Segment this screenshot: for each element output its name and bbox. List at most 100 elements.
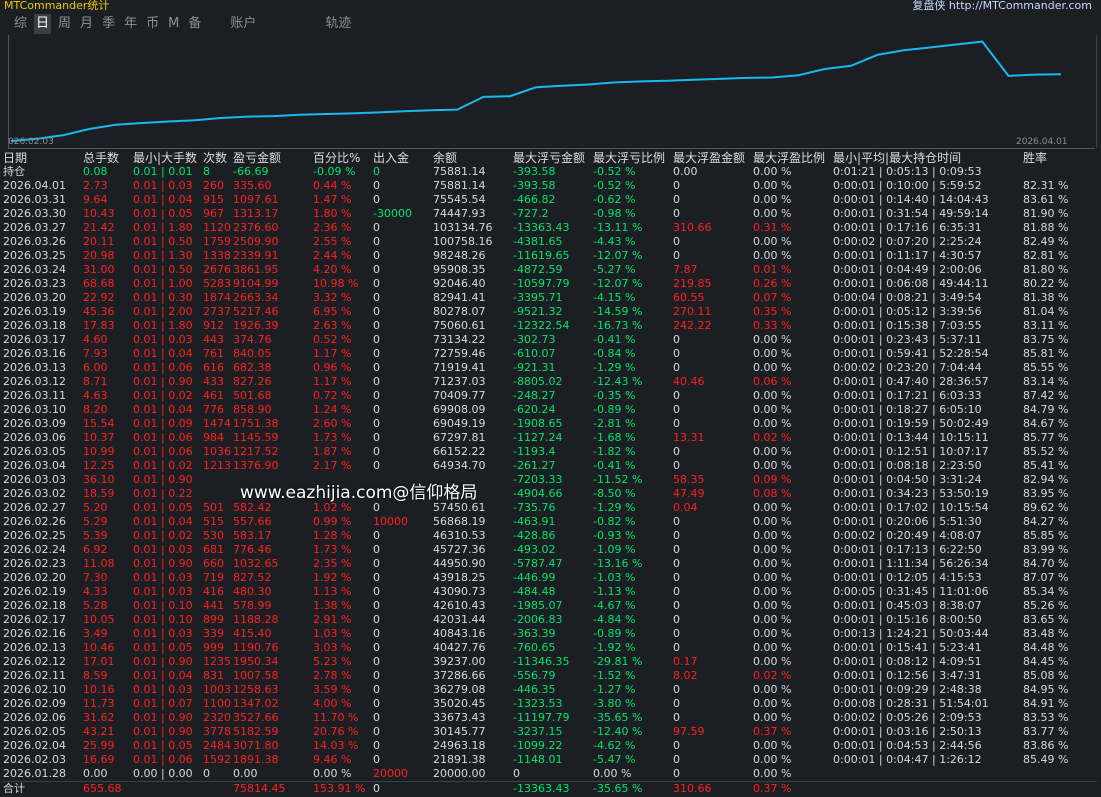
tab-2[interactable]: 周: [56, 14, 73, 34]
copyright-link[interactable]: 复盘侠 http://MTCommander.com: [912, 0, 1092, 13]
tab-9[interactable]: 账户: [228, 14, 258, 34]
cell-2: 0.01 | 1.80: [133, 221, 193, 234]
cell-3: 660: [203, 557, 224, 570]
cell-2: 0.01 | 0.90: [133, 473, 193, 486]
tab-7[interactable]: M: [166, 14, 181, 34]
cell-1: 10.37: [83, 431, 115, 444]
cell-4: 858.90: [233, 403, 272, 416]
cell-9: -12.07 %: [593, 277, 643, 290]
cell-5: 1.73 %: [313, 431, 352, 444]
cell-6: 0: [373, 221, 380, 234]
cell-12: 0:00:01 | 0:17:21 | 6:03:33: [833, 389, 982, 402]
cell-11: 0.02 %: [753, 669, 792, 682]
cell-13: 85.85 %: [1023, 529, 1069, 542]
cell-4: -66.69: [233, 165, 269, 178]
cell-11: 0.00 %: [753, 739, 792, 752]
cell-4: 374.76: [233, 333, 272, 346]
cell-6: 0: [373, 781, 433, 796]
cell-4: 3071.80: [233, 739, 279, 752]
cell-3: [203, 487, 233, 501]
cell-6: 0: [373, 179, 380, 192]
cell-10: 0: [673, 459, 680, 472]
cell-1: 31.00: [83, 263, 115, 276]
cell-9: -0.41 %: [593, 459, 636, 472]
tab-1[interactable]: 日: [34, 14, 52, 34]
cell-2: 0.01 | 0.09: [133, 417, 193, 430]
cell-13: 81.04 %: [1023, 305, 1069, 318]
cell-0: 2026.03.27: [3, 221, 66, 234]
cell-4: 1007.58: [233, 669, 279, 682]
cell-0: 2026.02.25: [3, 529, 66, 542]
cell-6: 0: [373, 543, 380, 556]
cell-12: 0:00:01 | 0:04:53 | 2:44:56: [833, 739, 982, 752]
tab-4[interactable]: 季: [100, 14, 117, 34]
cell-3: 2676: [203, 263, 231, 276]
cell-5: 5.23 %: [313, 655, 352, 668]
cell-10: 0: [673, 193, 680, 206]
cell-5: 2.17 %: [313, 459, 352, 472]
cell-2: 0.01 | 0.05: [133, 641, 193, 654]
cell-13: 85.77 %: [1023, 431, 1069, 444]
cell-9: -4.43 %: [593, 235, 636, 248]
cell-6: 0: [373, 389, 380, 402]
cell-2: 0.01 | 0.04: [133, 515, 193, 528]
cell-9: -1.52 %: [593, 669, 636, 682]
cell-0: 2026.02.24: [3, 543, 66, 556]
cell-3: 1338: [203, 249, 231, 262]
cell-4: 2339.91: [233, 249, 279, 262]
table-row: 2026.03.12 8.71 0.01 | 0.90 433 827.26 1.17 %…: [3, 375, 1097, 389]
cell-4: 682.38: [233, 361, 272, 374]
cell-4: 1097.61: [233, 193, 279, 206]
cell-11: 0.00 %: [753, 543, 792, 556]
cell-12: 0:00:01 | 0:15:38 | 7:03:55: [833, 319, 982, 332]
cell-3: 2320: [203, 711, 231, 724]
cell-4: 5182.59: [233, 725, 279, 738]
cell-1: 5.39: [83, 529, 108, 542]
cell-12: 0:00:01 | 0:10:00 | 5:59:52: [833, 179, 982, 192]
table-row: 2026.02.11 8.59 0.01 | 0.04 831 1007.58 2.78 …: [3, 669, 1097, 683]
cell-0: 2026.03.10: [3, 403, 66, 416]
cell-9: -11.52 %: [593, 473, 643, 486]
cell-8: -11346.35: [513, 655, 570, 668]
tab-8[interactable]: 备: [186, 14, 203, 34]
cell-5: 20.76 %: [313, 725, 359, 738]
cell-5: 2.63 %: [313, 319, 352, 332]
cell-7: 72759.46: [433, 347, 486, 360]
table-row: 2026.02.18 5.28 0.01 | 0.10 441 578.99 1.38 %…: [3, 599, 1097, 613]
cell-3: 530: [203, 529, 224, 542]
col-header-9: 最大浮亏比例: [593, 150, 666, 165]
cell-11: 0.00 %: [753, 347, 792, 360]
cell-11: 0.00 %: [753, 557, 792, 570]
cell-9: -12.43 %: [593, 375, 643, 388]
cell-1: 11.08: [83, 557, 115, 570]
cell-8: -921.31: [513, 361, 556, 374]
cell-8: -3237.15: [513, 725, 563, 738]
cell-4: 1313.17: [233, 207, 279, 220]
tab-0[interactable]: 综: [12, 14, 29, 34]
table-row: 2026.01.28 0.00 0.00 | 0.00 0 0.00 0.00 % 2000…: [3, 767, 1097, 782]
cell-4: 1926.39: [233, 319, 279, 332]
col-header-1: 总手数: [83, 150, 120, 165]
tab-6[interactable]: 币: [144, 14, 161, 34]
cell-8: -13363.43: [513, 221, 570, 234]
cell-1: 5.28: [83, 599, 108, 612]
cell-3: 1003: [203, 683, 231, 696]
cell-0: 2026.03.24: [3, 263, 66, 276]
cell-6: 0: [373, 431, 380, 444]
col-header-10: 最大浮盈金额: [673, 150, 746, 165]
cell-2: 0.01 | 0.50: [133, 263, 193, 276]
tab-10[interactable]: 轨迹: [323, 14, 353, 34]
tab-3[interactable]: 月: [78, 14, 95, 34]
cell-4: 415.40: [233, 627, 272, 640]
cell-0: 2026.03.09: [3, 417, 66, 430]
table-row: 2026.03.27 21.42 0.01 | 1.80 1120 2376.60 2.3…: [3, 221, 1097, 235]
cell-5: 1.47 %: [313, 193, 352, 206]
cell-6: 0: [373, 347, 380, 360]
tab-5[interactable]: 年: [122, 14, 139, 34]
cell-11: 0.00 %: [753, 389, 792, 402]
table-row: 2026.03.16 7.93 0.01 | 0.04 761 840.05 1.17 %…: [3, 347, 1097, 361]
cell-9: -0.41 %: [593, 333, 636, 346]
cell-0: 2026.03.04: [3, 459, 66, 472]
cell-10: 0: [673, 235, 680, 248]
cell-2: 0.01 | 0.03: [133, 585, 193, 598]
